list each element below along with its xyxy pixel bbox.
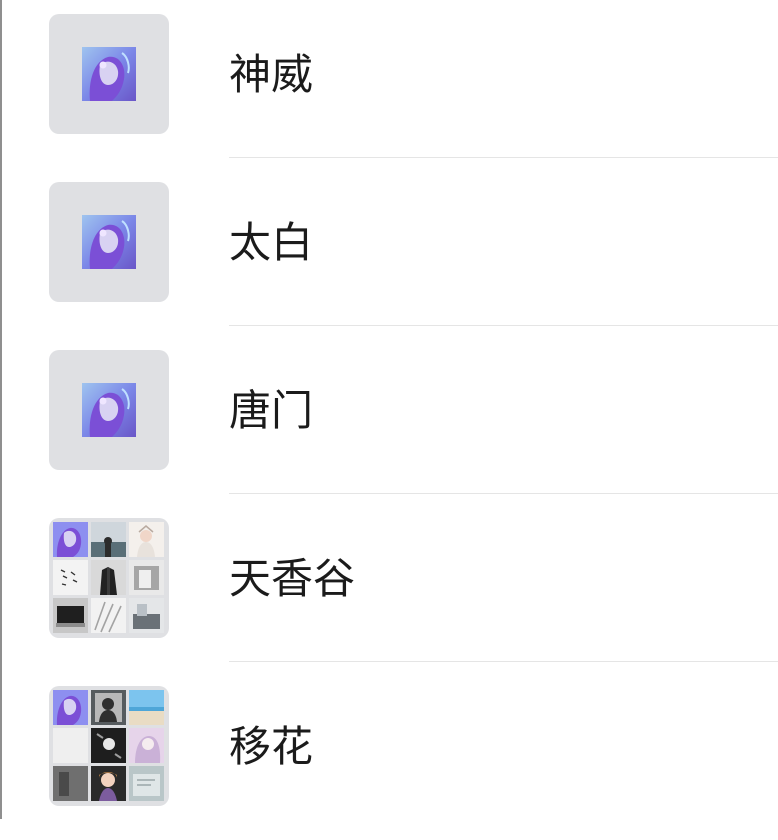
member-avatar [91,728,126,763]
avatar[interactable] [49,518,169,638]
avatar[interactable] [49,14,169,134]
member-avatar [91,560,126,595]
avatar[interactable] [49,686,169,806]
divider [229,157,778,158]
member-avatar [53,766,88,801]
group-avatar-grid-icon [53,522,165,634]
member-avatar [53,598,88,633]
chat-list-item[interactable]: 太白 [0,168,778,336]
member-avatar [91,598,126,633]
member-avatar [129,522,164,557]
member-avatar [129,560,164,595]
purple-anime-avatar-icon [82,383,136,437]
avatar[interactable] [49,350,169,470]
chat-list-item[interactable]: 天香谷 [0,504,778,672]
member-avatar [91,766,126,801]
chat-name: 唐门 [229,386,314,435]
member-avatar [53,560,88,595]
divider [229,325,778,326]
member-avatar [129,766,164,801]
purple-anime-avatar-icon [82,47,136,101]
divider [229,661,778,662]
member-avatar [91,690,126,725]
member-avatar [91,522,126,557]
chat-list: 神威 太白 唐门 天香谷 移花 [0,0,778,819]
member-avatar [129,690,164,725]
member-avatar [129,728,164,763]
avatar[interactable] [49,182,169,302]
chat-list-item[interactable]: 唐门 [0,336,778,504]
member-avatar [53,728,88,763]
chat-name: 太白 [229,218,314,267]
member-avatar [53,522,88,557]
chat-list-item[interactable]: 移花 [0,672,778,840]
chat-name: 移花 [229,722,314,771]
group-avatar-grid-icon [53,690,165,802]
divider [229,493,778,494]
chat-name: 神威 [229,50,314,99]
member-avatar [53,690,88,725]
chat-name: 天香谷 [229,554,356,603]
chat-list-item[interactable]: 神威 [0,0,778,168]
member-avatar [129,598,164,633]
purple-anime-avatar-icon [82,215,136,269]
